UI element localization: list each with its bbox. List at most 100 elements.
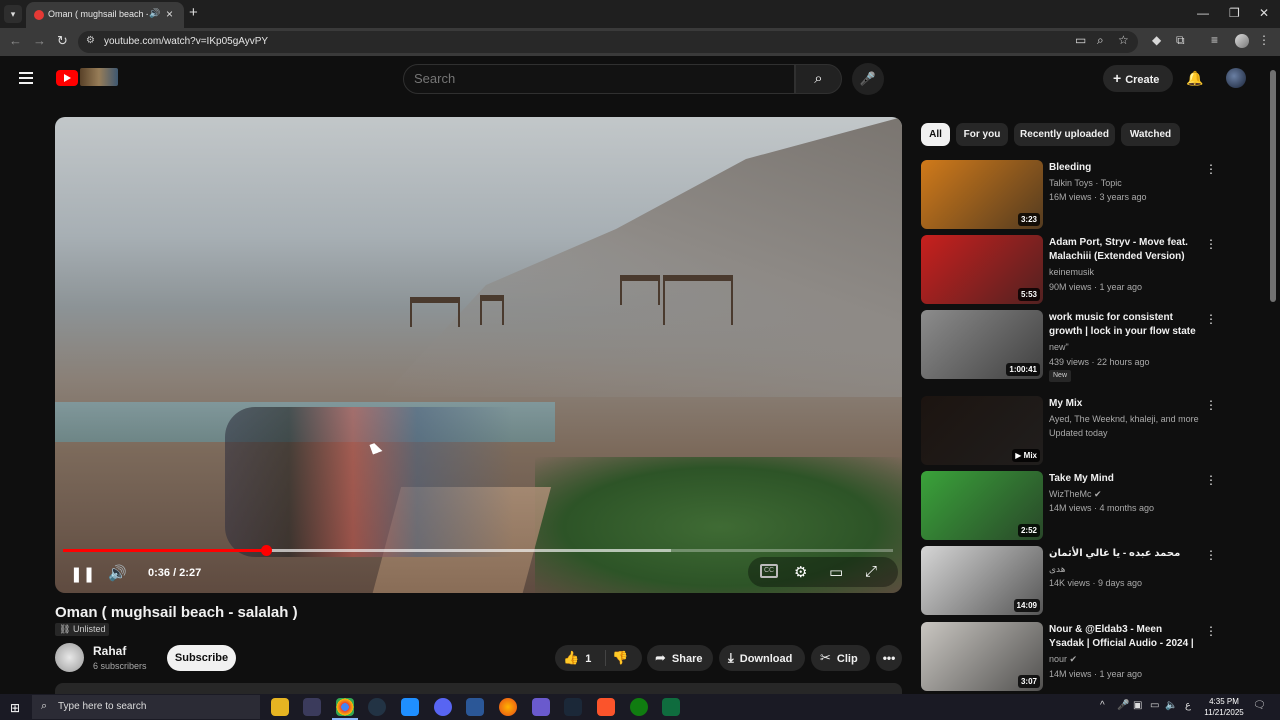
microsoft-store-icon[interactable] bbox=[401, 698, 419, 716]
recommendation-title[interactable]: work music for consistent growth | lock … bbox=[1049, 311, 1199, 339]
taskbar-clock[interactable]: 4:35 PM 11/21/2025 bbox=[1203, 696, 1245, 718]
xbox-icon[interactable] bbox=[630, 698, 648, 716]
cast-icon[interactable]: ▭ bbox=[1075, 33, 1086, 47]
recommendation-item[interactable]: 3:07 Nour & @Eldab3 - Meen Ysadak | Offi… bbox=[921, 622, 1221, 692]
progress-bar[interactable] bbox=[63, 545, 893, 556]
tray-chevron-icon[interactable]: ^ bbox=[1100, 700, 1105, 711]
browser-menu-icon[interactable]: ⋮ bbox=[1258, 33, 1270, 47]
more-vertical-icon[interactable]: ⋮ bbox=[1205, 473, 1217, 487]
recommendation-channel[interactable]: new" bbox=[1049, 342, 1069, 352]
window-close-icon[interactable]: ✕ bbox=[1259, 6, 1269, 20]
browser-tab[interactable]: Oman ( mughsail beach - sa 🔊 × bbox=[26, 2, 184, 28]
word-icon[interactable] bbox=[466, 698, 484, 716]
reload-icon[interactable]: ↻ bbox=[57, 33, 68, 49]
recommendation-channel[interactable]: nour ✔ bbox=[1049, 654, 1077, 665]
address-bar[interactable]: ⚙ youtube.com/watch?v=IKp05gAyvPY bbox=[78, 31, 1138, 53]
page-scrollbar[interactable] bbox=[1270, 70, 1276, 302]
video-thumbnail[interactable]: 5:53 bbox=[921, 235, 1043, 304]
excel-icon[interactable] bbox=[662, 698, 680, 716]
firefox-icon[interactable] bbox=[499, 698, 517, 716]
tray-app-icon[interactable]: ▣ bbox=[1133, 700, 1142, 711]
speaker-icon[interactable]: 🔈 bbox=[1165, 700, 1177, 711]
recommendation-channel[interactable]: هدى bbox=[1049, 564, 1066, 575]
taskbar-app-icon[interactable] bbox=[303, 698, 321, 716]
video-thumbnail[interactable]: 2:52 bbox=[921, 471, 1043, 540]
subtitles-cc-icon[interactable]: CC bbox=[760, 564, 778, 578]
microphone-tray-icon[interactable]: 🎤 bbox=[1117, 700, 1129, 711]
recommendation-item[interactable]: ▶ Mix My Mix Ayed, The Weeknd, khaleji, … bbox=[921, 396, 1221, 466]
tab-search-dropdown-icon[interactable]: ▾ bbox=[4, 5, 22, 23]
windows-start-icon[interactable]: ⊞ bbox=[10, 701, 20, 715]
video-thumbnail[interactable]: 3:07 bbox=[921, 622, 1043, 691]
recommendation-item[interactable]: 5:53 Adam Port, Stryv - Move feat. Malac… bbox=[921, 235, 1221, 305]
notifications-icon[interactable]: 🗨 bbox=[1253, 700, 1266, 711]
video-player[interactable]: ❚❚ 🔊 0:36 / 2:27 CC ⚙ ▭ ⤢ bbox=[55, 117, 902, 593]
restore-icon[interactable]: ❐ bbox=[1229, 6, 1240, 20]
recommendation-channel[interactable]: Talkin Toys · Topic bbox=[1049, 178, 1122, 188]
recommendation-title[interactable]: My Mix bbox=[1049, 397, 1199, 411]
account-avatar[interactable] bbox=[1226, 68, 1246, 88]
brave-icon[interactable] bbox=[597, 698, 615, 716]
recommendation-title[interactable]: Take My Mind bbox=[1049, 472, 1199, 486]
recommendation-title[interactable]: Nour & @Eldab3 - Meen Ysadak | Official … bbox=[1049, 623, 1199, 651]
chip-all[interactable]: All bbox=[921, 123, 950, 146]
channel-avatar[interactable] bbox=[55, 643, 84, 672]
more-vertical-icon[interactable]: ⋮ bbox=[1205, 162, 1217, 176]
more-vertical-icon[interactable]: ⋮ bbox=[1205, 398, 1217, 412]
video-thumbnail[interactable]: 3:23 bbox=[921, 160, 1043, 229]
file-explorer-icon[interactable] bbox=[271, 698, 289, 716]
recommendation-title[interactable]: Adam Port, Stryv - Move feat. Malachiii … bbox=[1049, 236, 1199, 264]
site-info-icon[interactable]: ⚙ bbox=[86, 35, 95, 46]
tab-close-icon[interactable]: × bbox=[166, 7, 173, 21]
steam-icon[interactable] bbox=[564, 698, 582, 716]
share-button[interactable]: ➦ Share bbox=[647, 645, 713, 671]
input-language-icon[interactable]: ع bbox=[1185, 700, 1191, 711]
search-input[interactable] bbox=[414, 71, 774, 86]
browser-profile-avatar[interactable] bbox=[1235, 34, 1249, 48]
extension-diamond-icon[interactable]: ◆ bbox=[1152, 33, 1161, 47]
minimize-icon[interactable]: — bbox=[1197, 6, 1209, 20]
mix-thumbnail[interactable]: ▶ Mix bbox=[921, 396, 1043, 465]
create-button[interactable]: + Create bbox=[1103, 65, 1173, 92]
chip-for-you[interactable]: For you bbox=[956, 123, 1008, 146]
settings-gear-icon[interactable]: ⚙ bbox=[794, 563, 807, 581]
back-icon[interactable]: ← bbox=[9, 33, 22, 48]
chip-watched[interactable]: Watched bbox=[1121, 123, 1180, 146]
bookmark-star-icon[interactable]: ☆ bbox=[1118, 33, 1129, 47]
taskbar-search[interactable]: ⌕ Type here to search bbox=[32, 695, 260, 719]
taskbar-app-icon[interactable] bbox=[368, 698, 386, 716]
more-vertical-icon[interactable]: ⋮ bbox=[1205, 237, 1217, 251]
subscribe-button[interactable]: Subscribe bbox=[167, 645, 236, 671]
audio-playing-icon[interactable]: 🔊 bbox=[149, 8, 160, 19]
recommendation-item[interactable]: 2:52 Take My Mind WizTheMc ✔ 14M views ·… bbox=[921, 471, 1221, 541]
url-text[interactable]: youtube.com/watch?v=IKp05gAyvPY bbox=[104, 36, 268, 47]
recommendation-title[interactable]: محمد عبده - يا غالي الأثمان bbox=[1049, 547, 1199, 561]
like-button[interactable]: 👍 1 bbox=[563, 645, 591, 671]
hamburger-menu-icon[interactable] bbox=[19, 72, 33, 87]
search-box[interactable] bbox=[403, 64, 795, 94]
discord-icon[interactable] bbox=[434, 698, 452, 716]
video-thumbnail[interactable]: 1:00:41 bbox=[921, 310, 1043, 379]
download-button[interactable]: ⤓ Download bbox=[719, 645, 805, 671]
youtube-logo[interactable] bbox=[56, 70, 78, 86]
more-vertical-icon[interactable]: ⋮ bbox=[1205, 624, 1217, 638]
channel-name[interactable]: Rahaf bbox=[93, 644, 126, 658]
search-button[interactable]: ⌕ bbox=[795, 64, 842, 94]
chrome-icon[interactable] bbox=[336, 698, 354, 716]
more-vertical-icon[interactable]: ⋮ bbox=[1205, 312, 1217, 326]
recommendation-channel[interactable]: keinemusik bbox=[1049, 267, 1094, 277]
recommendation-title[interactable]: Bleeding bbox=[1049, 161, 1199, 175]
youtube-doodle-logo[interactable] bbox=[80, 68, 118, 86]
recommendation-item[interactable]: 3:23 Bleeding Talkin Toys · Topic 16M vi… bbox=[921, 160, 1221, 230]
more-vertical-icon[interactable]: ⋮ bbox=[1205, 548, 1217, 562]
extensions-puzzle-icon[interactable]: ⧉ bbox=[1176, 33, 1185, 48]
recommendation-item[interactable]: 1:00:41 work music for consistent growth… bbox=[921, 310, 1221, 382]
chip-recently-uploaded[interactable]: Recently uploaded bbox=[1014, 123, 1115, 146]
video-thumbnail[interactable]: 14:09 bbox=[921, 546, 1043, 615]
recommendation-item[interactable]: 14:09 محمد عبده - يا غالي الأثمان هدى 14… bbox=[921, 546, 1221, 616]
fullscreen-icon[interactable]: ⤢ bbox=[865, 563, 877, 580]
reading-list-icon[interactable]: ≡ bbox=[1211, 33, 1218, 47]
new-tab-icon[interactable]: + bbox=[189, 4, 198, 21]
recommendation-channel[interactable]: WizTheMc ✔ bbox=[1049, 489, 1102, 500]
more-actions-button[interactable]: ••• bbox=[876, 645, 902, 671]
